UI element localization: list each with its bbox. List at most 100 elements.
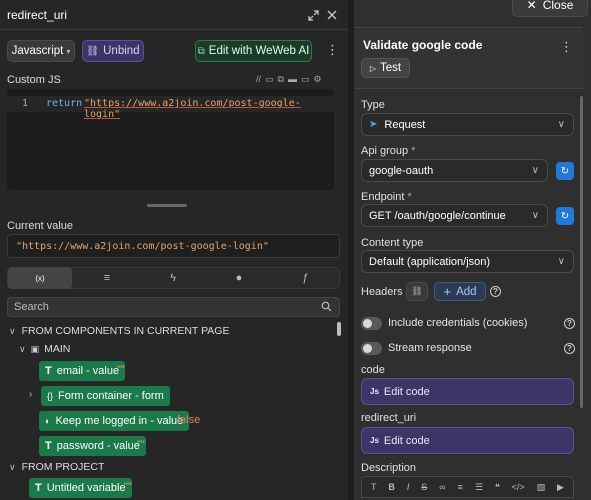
image-icon[interactable]: ▧ <box>537 482 546 493</box>
unbind-headers-button[interactable]: ⛓ <box>406 282 428 301</box>
chevron-down-icon: ∨ <box>19 343 26 354</box>
section-label: FROM PROJECT <box>21 461 105 473</box>
help-icon[interactable]: ? <box>564 318 575 329</box>
tree-item-label: Form container - form <box>58 390 164 402</box>
tab-formulas[interactable]: ƒ <box>272 267 338 289</box>
function-icon: ƒ <box>301 272 309 284</box>
close-button[interactable]: ✕ Close <box>512 0 588 17</box>
strikethrough-icon[interactable]: S <box>421 482 427 492</box>
endpoint-select[interactable]: GET /oauth/google/continue ∨ <box>361 204 548 227</box>
content-type-select[interactable]: Default (application/json) ∨ <box>361 250 574 273</box>
ai-sparkle-icon: ⧉ <box>197 45 205 57</box>
tree-item-label: Keep me logged in - value <box>55 415 184 427</box>
user-icon: ● <box>235 272 243 284</box>
edit-with-ai-label: Edit with WeWeb AI <box>208 45 310 57</box>
tree-item-label: email - value <box>56 365 120 377</box>
content-type-label: Content type <box>361 237 424 249</box>
refresh-icon: ↻ <box>560 165 570 177</box>
api-group-label-text: Api group <box>361 145 409 157</box>
api-group-label: Api group * <box>361 145 415 157</box>
italic-icon[interactable]: I <box>407 482 410 492</box>
numbered-list-icon[interactable]: ☰ <box>475 482 483 493</box>
tree-section-project[interactable]: ∨ FROM PROJECT <box>9 461 104 473</box>
format-icon[interactable]: ▭ <box>265 74 274 85</box>
edit-with-ai-button[interactable]: ⧉ Edit with WeWeb AI <box>195 40 312 62</box>
tree-item-keep-logged-in[interactable]: ◐ Keep me logged in - value <box>39 411 190 431</box>
tab-database[interactable]: ≡ <box>74 267 140 289</box>
tab-variables[interactable]: (x) <box>8 267 72 289</box>
code-icon[interactable]: </> <box>512 482 525 492</box>
database-icon: ≡ <box>103 272 111 284</box>
search-input[interactable]: Search <box>7 297 340 317</box>
api-group-select[interactable]: google-oauth ∨ <box>361 159 548 182</box>
expand-icon[interactable] <box>306 8 320 22</box>
unlink-icon: ⛓ <box>86 45 100 57</box>
language-select[interactable]: Javascript ▾ <box>7 40 75 62</box>
right-scrollbar[interactable] <box>580 96 583 408</box>
chevron-right-icon[interactable]: › <box>29 389 32 400</box>
chevron-down-icon: ∨ <box>9 325 16 336</box>
include-credentials-label: Include credentials (cookies) <box>388 317 528 329</box>
bolt-icon: ϟ <box>170 272 176 284</box>
refresh-icon: ↻ <box>560 210 570 222</box>
quote-icon[interactable]: ❝ <box>495 482 500 493</box>
panel-title: redirect_uri <box>7 8 68 22</box>
tree-item-email[interactable]: T email - value <box>39 361 126 381</box>
code-editor[interactable]: 1 return "https://www.a2join.com/post-go… <box>7 89 334 190</box>
comment-icon[interactable]: // <box>256 74 261 85</box>
test-button[interactable]: ▷ Test <box>361 58 410 78</box>
search-icon <box>321 301 332 315</box>
endpoint-value: GET /oauth/google/continue <box>369 209 506 222</box>
settings-icon[interactable]: ⚙ <box>313 74 321 85</box>
text-type-icon: T <box>45 365 52 377</box>
tab-actions[interactable]: ϟ <box>140 267 206 289</box>
resize-handle[interactable] <box>147 204 187 207</box>
tree-item-untitled-variable[interactable]: T Untitled variable <box>29 478 132 498</box>
tree-item-password[interactable]: T password - value <box>39 436 146 456</box>
rich-text-toolbar: T B I S ∞ ≡ ☰ ❝ </> ▧ ▶ <box>361 476 574 498</box>
endpoint-label-text: Endpoint <box>361 191 405 203</box>
bullet-list-icon[interactable]: ≡ <box>458 482 463 492</box>
tree-section-components[interactable]: ∨ FROM COMPONENTS IN CURRENT PAGE <box>9 325 229 337</box>
folder-icon[interactable]: ▬ <box>288 74 297 85</box>
js-icon: Js <box>370 387 379 396</box>
tree-item-form-container[interactable]: {} Form container - form <box>41 386 170 406</box>
scrollbar[interactable] <box>337 322 341 336</box>
close-label: Close <box>542 0 574 12</box>
refresh-endpoint-button[interactable]: ↻ <box>556 207 574 225</box>
more-options-icon[interactable]: ⋮ <box>326 42 339 58</box>
plus-icon: + <box>443 284 452 299</box>
refresh-api-group-button[interactable]: ↻ <box>556 162 574 180</box>
redirect-uri-edit-button[interactable]: Js Edit code <box>361 427 574 454</box>
boolean-type-icon: ◐ <box>45 416 51 426</box>
add-header-button[interactable]: + Add <box>434 282 486 301</box>
text-style-icon[interactable]: T <box>371 482 377 492</box>
include-credentials-toggle[interactable] <box>361 317 382 330</box>
bold-icon[interactable]: B <box>388 482 395 492</box>
current-value-box: "https://www.a2join.com/post-google-logi… <box>7 234 340 258</box>
text-type-icon: T <box>45 440 52 452</box>
stream-response-toggle[interactable] <box>361 342 382 355</box>
help-icon[interactable]: ? <box>564 343 575 354</box>
code-keyword: return <box>46 98 83 109</box>
tab-user[interactable]: ● <box>206 267 272 289</box>
unbind-button[interactable]: ⛓ Unbind <box>82 40 144 62</box>
content-type-value: Default (application/json) <box>369 255 491 268</box>
page-icon: ▣ <box>30 343 40 354</box>
endpoint-label: Endpoint * <box>361 191 412 203</box>
close-icon[interactable] <box>325 8 339 22</box>
folder-open-icon[interactable]: ▭ <box>301 74 310 85</box>
copy-icon[interactable]: ⧉ <box>278 74 284 85</box>
more-options-icon[interactable]: ⋮ <box>560 39 573 55</box>
help-icon[interactable]: ? <box>490 286 501 297</box>
chevron-down-icon: ∨ <box>557 119 565 130</box>
chevron-down-icon: ∨ <box>531 210 539 221</box>
search-placeholder: Search <box>14 301 49 313</box>
edit-code-label: Edit code <box>383 385 430 398</box>
editor-toolbar: // ▭ ⧉ ▬ ▭ ⚙ <box>256 74 322 85</box>
video-icon[interactable]: ▶ <box>557 482 564 493</box>
type-select[interactable]: ➤ Request ∨ <box>361 113 574 136</box>
code-param-edit-button[interactable]: Js Edit code <box>361 378 574 405</box>
tree-main[interactable]: ∨ ▣ MAIN <box>19 343 70 355</box>
link-icon[interactable]: ∞ <box>439 482 445 492</box>
